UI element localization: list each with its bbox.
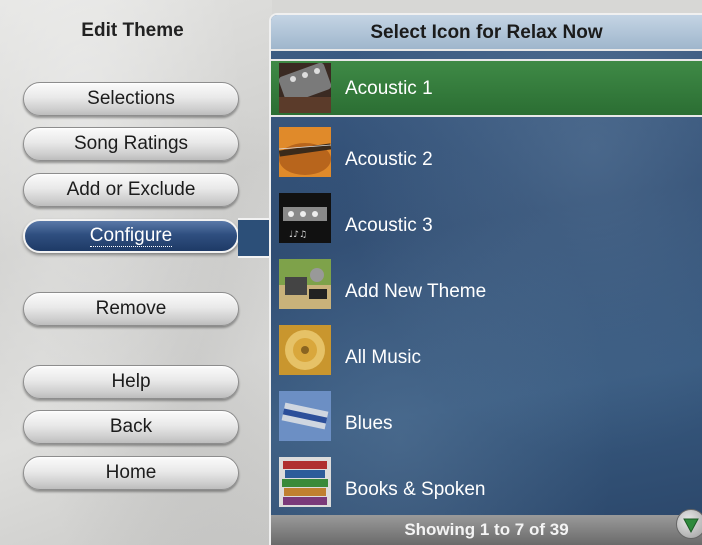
- acoustic-guitar-icon: [279, 127, 331, 177]
- active-button-connector: [238, 218, 272, 258]
- list-item-label: Acoustic 1: [345, 78, 433, 99]
- configure-button[interactable]: Configure: [23, 219, 239, 253]
- chevron-down-icon: [683, 518, 699, 534]
- edit-theme-title: Edit Theme: [81, 20, 184, 41]
- selections-button[interactable]: Selections: [23, 82, 239, 116]
- list-item-acoustic-1[interactable]: Acoustic 1: [271, 59, 702, 117]
- remove-button[interactable]: Remove: [23, 292, 239, 326]
- song-ratings-button[interactable]: Song Ratings: [23, 127, 239, 161]
- books-stack-icon: [279, 457, 331, 507]
- list-item-label: Blues: [345, 413, 393, 434]
- harmonica-icon: [279, 391, 331, 441]
- left-panel: Edit Theme Selections Song Ratings Add o…: [0, 0, 272, 545]
- music-equipment-icon: [279, 259, 331, 309]
- home-button[interactable]: Home: [23, 456, 239, 490]
- list-item-label: Books & Spoken: [345, 479, 486, 500]
- scroll-down-button[interactable]: [676, 509, 702, 539]
- list-item-label: All Music: [345, 347, 422, 368]
- list-item-blues[interactable]: Blues: [271, 391, 702, 449]
- guitar-headstock-icon: [279, 63, 331, 113]
- list-item-label: Add New Theme: [345, 281, 487, 302]
- configure-button-label: Configure: [89, 225, 173, 247]
- list-item-books-spoken[interactable]: Books & Spoken: [271, 457, 702, 515]
- back-button[interactable]: Back: [23, 410, 239, 444]
- add-or-exclude-button[interactable]: Add or Exclude: [23, 173, 239, 207]
- list-item-acoustic-2[interactable]: Acoustic 2: [271, 127, 702, 185]
- list-item-label: Acoustic 2: [345, 149, 433, 170]
- list-item-acoustic-3[interactable]: ♩♪♫ Acoustic 3: [271, 193, 702, 251]
- paging-status: Showing 1 to 7 of 39: [271, 515, 702, 545]
- list-item-add-new-theme[interactable]: Add New Theme: [271, 259, 702, 317]
- list-item-all-music[interactable]: All Music: [271, 325, 702, 383]
- list-item-label: Acoustic 3: [345, 215, 433, 236]
- icon-list-panel: Select Icon for Relax Now Acoustic 1 Aco…: [269, 13, 702, 545]
- cd-disc-icon: [279, 325, 331, 375]
- svg-text:♩♪♫: ♩♪♫: [289, 230, 307, 240]
- help-button[interactable]: Help: [23, 365, 239, 399]
- select-icon-title: Select Icon for Relax Now: [271, 15, 702, 51]
- guitar-headstock-icon: ♩♪♫: [279, 193, 331, 243]
